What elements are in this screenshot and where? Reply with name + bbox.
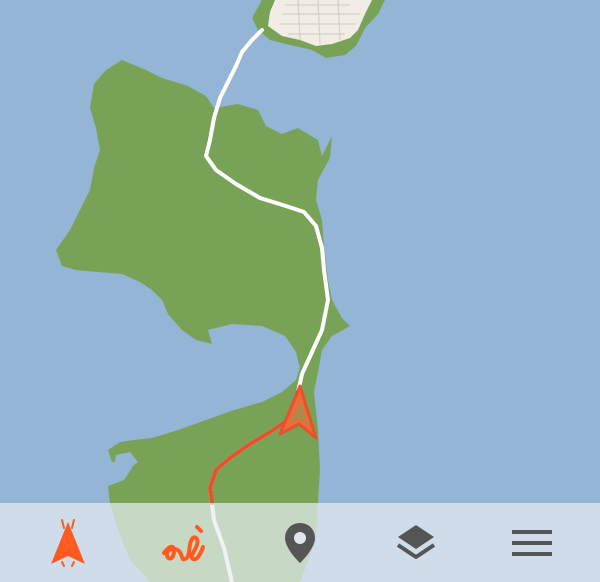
navigation-arrow-icon	[51, 518, 85, 567]
layers-icon	[396, 524, 436, 559]
map-app	[0, 0, 600, 582]
route-button[interactable]	[144, 503, 224, 582]
map-pin-icon	[285, 522, 315, 563]
map-view[interactable]	[0, 0, 600, 582]
pin-button[interactable]	[260, 503, 340, 582]
route-squiggle-icon	[162, 524, 205, 561]
menu-button[interactable]	[492, 503, 572, 582]
menu-icon	[512, 529, 552, 556]
layers-button[interactable]	[376, 503, 456, 582]
navigation-button[interactable]	[28, 503, 108, 582]
bottom-toolbar	[0, 503, 600, 582]
